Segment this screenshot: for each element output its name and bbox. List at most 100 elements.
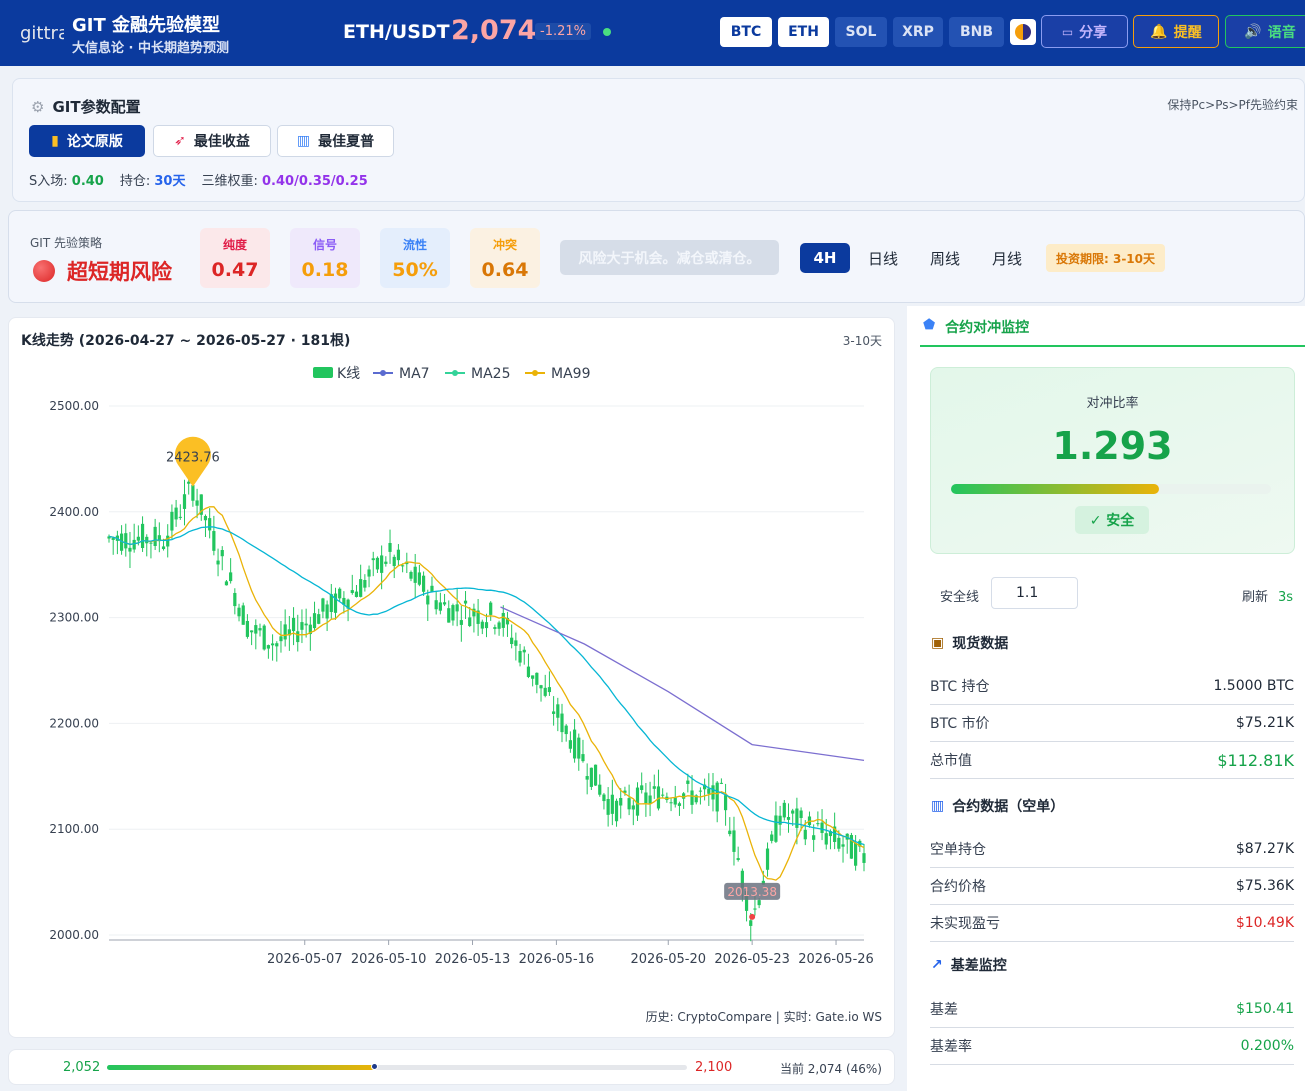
tab-weekly[interactable]: 周线 — [922, 243, 968, 273]
share-button[interactable]: ▭ 分享 — [1041, 15, 1128, 48]
candle-body — [161, 546, 166, 550]
tab-4h[interactable]: 4H — [800, 243, 850, 273]
preset-label: 论文原版 — [66, 134, 123, 150]
candle-body — [375, 557, 380, 570]
alert-button[interactable]: 🔔 提醒 — [1133, 15, 1219, 48]
package-icon: ▣ — [931, 635, 945, 651]
candle-body — [568, 740, 572, 749]
voice-label: 语音 — [1267, 24, 1296, 41]
spot-row-total: 总市值 $112.81K — [930, 742, 1294, 779]
theme-toggle-button[interactable] — [1010, 19, 1036, 45]
candle-body — [124, 533, 128, 549]
legend-label: K线 — [337, 366, 360, 382]
config-params: S入场: 0.40 持仓: 30天 三维权重: 0.40/0.35/0.25 — [29, 170, 368, 189]
current-price: 2,074 — [451, 15, 537, 46]
coin-button-eth[interactable]: ETH — [778, 17, 829, 47]
candle-body — [564, 725, 568, 735]
camera-icon: ▭ — [1061, 24, 1074, 39]
candle-body — [459, 620, 463, 625]
coin-button-btc[interactable]: BTC — [720, 17, 772, 47]
candle-body — [715, 782, 719, 812]
candle-body — [854, 842, 858, 866]
coin-button-bnb[interactable]: BNB — [949, 17, 1004, 47]
hedge-title: 合约对冲监控 — [945, 320, 1030, 336]
range-marker — [370, 1063, 378, 1070]
hedge-ratio-fill — [951, 484, 1159, 494]
preset-best-return[interactable]: ➶ 最佳收益 — [153, 125, 271, 157]
metric-signal: 信号 0.18 — [290, 228, 360, 288]
row-value: 0.200% — [1240, 1038, 1294, 1054]
candle-body — [518, 651, 522, 663]
preset-best-sharpe[interactable]: ▥ 最佳夏普 — [277, 125, 394, 157]
candle-body — [166, 535, 170, 547]
param-hold: 持仓: 30天 — [119, 174, 186, 189]
candle-body — [711, 785, 715, 800]
candle-body — [409, 572, 413, 579]
kline-chart[interactable]: 2000.00 2100.00 2200.00 2300.00 2400.00 2500.… — [9, 318, 896, 1008]
git-config-panel: ⚙ GIT参数配置 保持Pc>Ps>Pf先验约束 ▮ 论文原版 ➶ 最佳收益 ▥… — [12, 78, 1305, 202]
coin-button-xrp[interactable]: XRP — [893, 17, 943, 47]
candle-body — [723, 795, 728, 811]
contract-row-price: 合约价格 $75.36K — [930, 868, 1294, 905]
safe-line-input[interactable] — [991, 577, 1078, 609]
x-tick-label: 2026-05-23 — [714, 952, 790, 967]
ma25-line — [108, 526, 865, 846]
candle-body — [598, 784, 602, 795]
contract-row-short: 空单持仓 $87.27K — [930, 831, 1294, 868]
basis-row-rate: 基差率 0.200% — [930, 1028, 1294, 1065]
candle-body — [233, 592, 237, 607]
config-title-text: GIT参数配置 — [52, 98, 141, 116]
candle-body — [463, 600, 468, 604]
candle-body — [753, 908, 757, 910]
refresh-label: 刷新 — [1241, 590, 1268, 605]
candle-body — [354, 591, 359, 597]
candle-body — [455, 604, 459, 612]
y-tick-label: 2200.00 — [49, 716, 99, 730]
trend-icon: ↗ — [931, 957, 943, 973]
candle-body — [182, 494, 187, 509]
preset-paper-original[interactable]: ▮ 论文原版 — [29, 125, 145, 157]
candle-body — [824, 833, 828, 845]
candle-body — [799, 810, 803, 819]
candle-body — [237, 607, 241, 617]
candle-body — [686, 780, 690, 784]
candle-body — [132, 539, 136, 550]
config-title: ⚙ GIT参数配置 — [31, 96, 141, 117]
spot-section-title: ▣ 现货数据 — [931, 633, 1008, 653]
tab-daily[interactable]: 日线 — [860, 243, 906, 273]
candle-body — [644, 792, 648, 804]
candle-body — [220, 550, 224, 557]
strategy-label: GIT 先验策略 — [30, 236, 102, 250]
candle-body — [560, 713, 564, 733]
hedge-ratio-label: 对冲比率 — [1086, 396, 1139, 411]
y-tick-label: 2500.00 — [49, 399, 99, 413]
candle-body — [262, 625, 266, 650]
candle-body — [812, 835, 816, 840]
contract-section-title: ▥ 合约数据（空单） — [931, 796, 1064, 816]
coin-button-sol[interactable]: SOL — [835, 17, 887, 47]
candle-body — [426, 595, 430, 605]
candle-body — [656, 786, 661, 809]
price-range-bar: 2,052 2,100 当前 2,074 (46%) — [8, 1049, 895, 1085]
top-header: gittrade GIT 金融先验模型 大信息论 · 中长期趋势预测 ETH/U… — [0, 0, 1305, 66]
candle-body — [774, 815, 778, 842]
basis-title: 基差监控 — [950, 958, 1007, 974]
candle-body — [388, 542, 392, 552]
row-key: 基差 — [930, 1002, 958, 1018]
metric-liquidity: 流性 50% — [380, 228, 450, 288]
candle-body — [191, 485, 195, 501]
candle-body — [128, 547, 132, 552]
basis-section-title: ↗ 基差监控 — [931, 955, 1007, 975]
spot-title: 现货数据 — [952, 636, 1009, 652]
legend-swatch — [313, 367, 333, 378]
legend-swatch-dot — [452, 370, 458, 376]
candle-body — [484, 622, 489, 629]
candle-body — [396, 549, 401, 561]
x-tick-label: 2026-05-07 — [267, 952, 343, 967]
candle-body — [447, 608, 451, 623]
candle-body — [442, 602, 447, 605]
tab-monthly[interactable]: 月线 — [984, 243, 1030, 273]
candle-body — [581, 754, 585, 762]
voice-button[interactable]: 🔊 语音 — [1225, 15, 1305, 48]
hedge-ratio-track — [951, 484, 1271, 494]
